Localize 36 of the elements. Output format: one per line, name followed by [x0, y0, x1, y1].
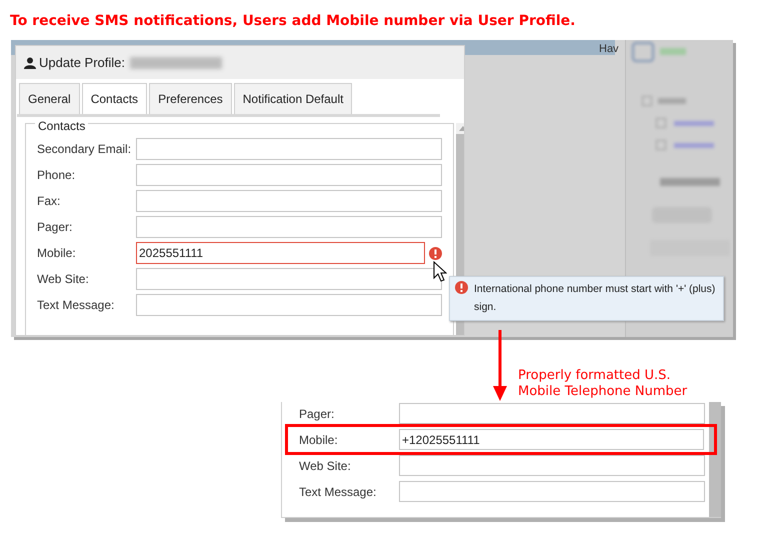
field-label: Text Message:: [299, 484, 378, 500]
field-label: Secondary Email:: [37, 141, 132, 158]
input-field[interactable]: [399, 403, 705, 424]
heading: To receive SMS notifications, Users add Mobile number via User Profile.: [10, 12, 576, 31]
input-field[interactable]: [136, 268, 442, 290]
tab[interactable]: Preferences: [149, 83, 232, 114]
input-field[interactable]: [136, 294, 442, 316]
down-arrow: [493, 330, 507, 401]
column-header: Hav: [599, 42, 619, 57]
error-icon: [455, 281, 468, 294]
tab[interactable]: General: [19, 83, 80, 114]
field-label: Phone:: [37, 167, 76, 184]
input-field[interactable]: [399, 455, 705, 476]
field-label: Pager:: [299, 406, 336, 422]
field-label: Mobile:: [37, 245, 77, 262]
person-icon: [24, 56, 36, 68]
field-label: Pager:: [37, 219, 74, 236]
input-field[interactable]: [399, 481, 705, 502]
input-field[interactable]: +12025551111: [399, 429, 704, 450]
tab[interactable]: Contacts: [82, 83, 148, 114]
error-message: International phone number must start with '+' (plus) sign.: [474, 282, 716, 315]
input-field[interactable]: 2025551111: [136, 242, 425, 264]
field-label: Fax:: [37, 193, 62, 210]
cursor-icon: [433, 261, 447, 283]
error-icon: [429, 246, 442, 260]
dialog-title: Update Profile:: [39, 54, 125, 72]
input-field[interactable]: [136, 164, 442, 186]
input-field[interactable]: [136, 138, 442, 160]
field-label: Mobile:: [299, 432, 339, 448]
input-field[interactable]: [136, 190, 442, 212]
field-label: Web Site:: [37, 271, 90, 288]
annotation: Properly formatted U.S. Mobile Telephone Number: [518, 368, 688, 400]
tab[interactable]: Notification Default: [234, 83, 352, 114]
field-label: Text Message:: [37, 297, 116, 314]
field-label: Web Site:: [299, 458, 352, 474]
input-field[interactable]: [136, 216, 442, 238]
